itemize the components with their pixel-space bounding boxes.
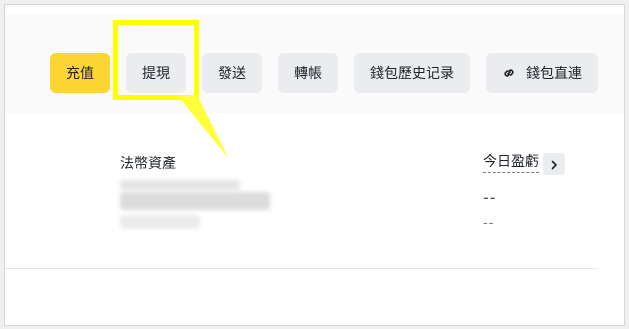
withdraw-button-label: 提現: [142, 66, 170, 82]
chevron-right-icon: [549, 155, 559, 174]
blurred-balance: [120, 180, 240, 190]
wallet-connect-button-label: 錢包直連: [526, 66, 582, 82]
withdraw-button[interactable]: 提現: [126, 53, 186, 93]
send-button-label: 發送: [218, 66, 246, 82]
wallet-panel: 充值 提現 發送 轉帳 錢包歷史记录 錢包直連 法幣資產 今日盈虧 -- --: [4, 4, 625, 326]
transfer-button-label: 轉帳: [294, 66, 322, 82]
today-pnl-label[interactable]: 今日盈虧: [483, 153, 539, 173]
divider: [5, 268, 599, 269]
send-button[interactable]: 發送: [202, 53, 262, 93]
pnl-details-button[interactable]: [543, 153, 565, 175]
wallet-connect-button[interactable]: 錢包直連: [486, 53, 598, 93]
fiat-assets-label: 法幣資產: [120, 156, 176, 172]
transfer-button[interactable]: 轉帳: [278, 53, 338, 93]
wallet-history-button-label: 錢包歷史记录: [370, 66, 454, 82]
today-pnl-percent: --: [483, 216, 495, 231]
action-toolbar: 充值 提現 發送 轉帳 錢包歷史记录 錢包直連: [5, 15, 624, 113]
wallet-history-button[interactable]: 錢包歷史记录: [354, 53, 470, 93]
blurred-balance-sub: [120, 215, 200, 229]
link-icon: [502, 66, 516, 80]
deposit-button[interactable]: 充值: [50, 53, 110, 93]
today-pnl-value: --: [483, 188, 497, 207]
blurred-balance-main: [120, 192, 270, 210]
deposit-button-label: 充值: [66, 66, 94, 82]
